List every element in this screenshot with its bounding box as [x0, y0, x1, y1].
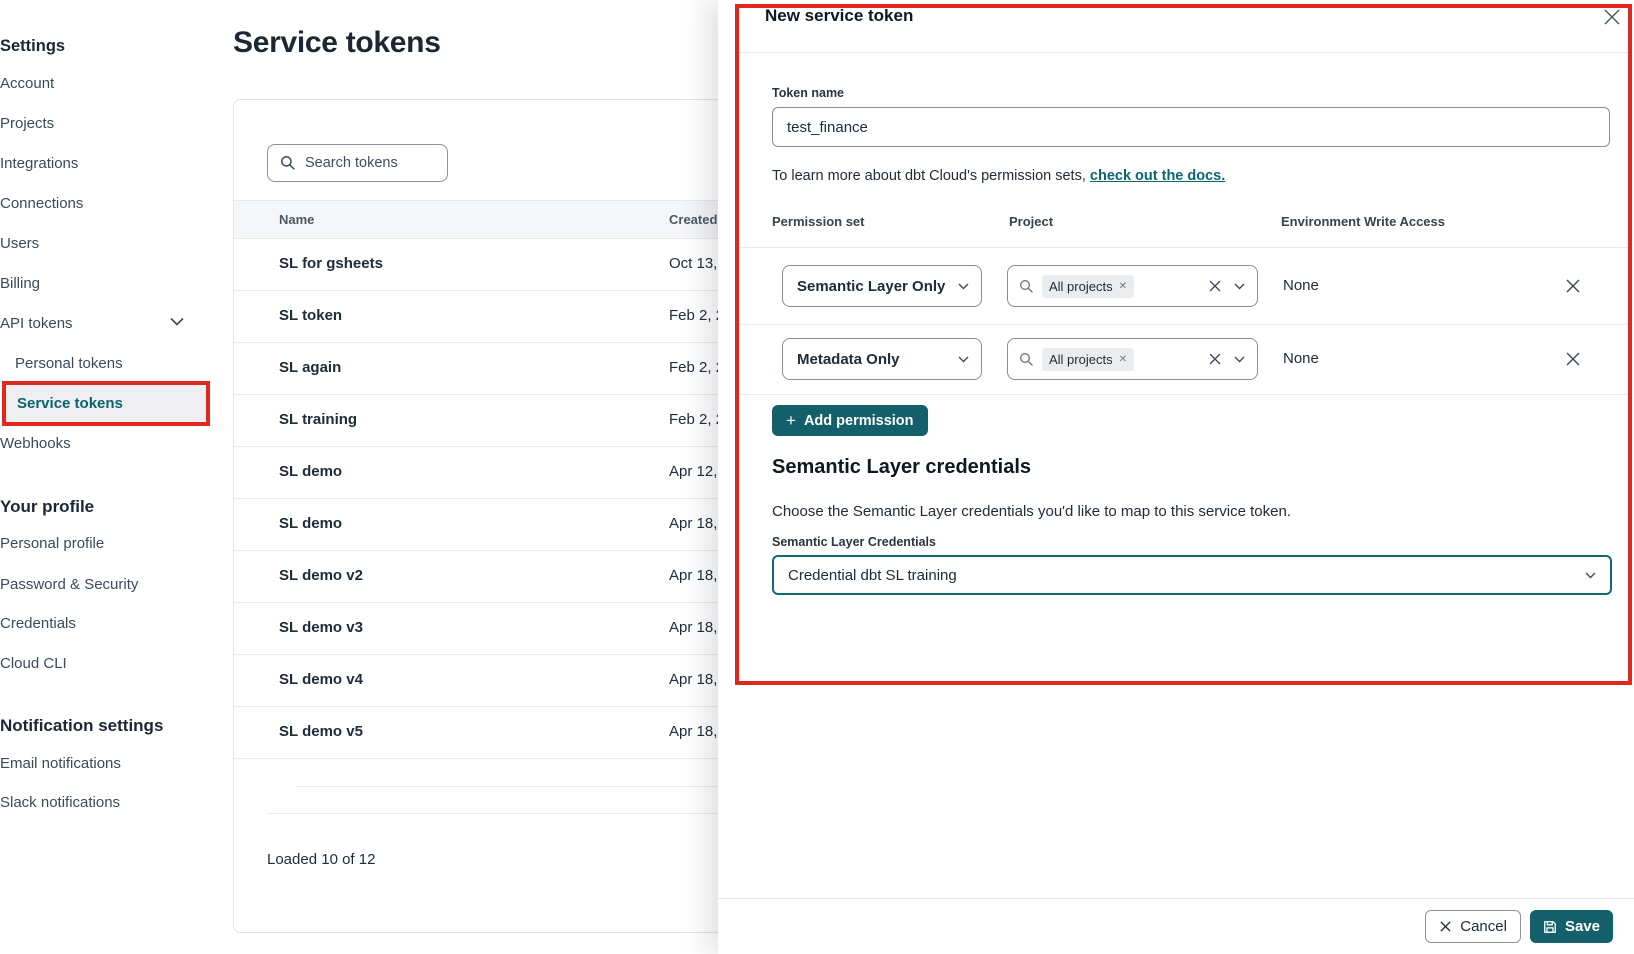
add-permission-label: Add permission	[804, 413, 914, 429]
semantic-layer-credentials-label: Semantic Layer Credentials	[772, 535, 936, 549]
perm-header-project: Project	[1009, 214, 1053, 229]
divider	[739, 324, 1628, 325]
search-input[interactable]	[305, 155, 425, 171]
sidebar-item-cloud-cli[interactable]: Cloud CLI	[0, 655, 67, 672]
token-name: SL demo	[279, 463, 342, 480]
sidebar-item-account[interactable]: Account	[0, 75, 54, 92]
docs-text: To learn more about dbt Cloud's permissi…	[772, 168, 1090, 184]
divider	[739, 52, 1628, 53]
chip-remove-icon[interactable]: ✕	[1119, 354, 1127, 365]
token-name: SL token	[279, 307, 342, 324]
sidebar-item-personal-profile[interactable]: Personal profile	[0, 535, 104, 552]
add-permission-button[interactable]: + Add permission	[772, 405, 928, 436]
chevron-down-icon[interactable]	[1234, 283, 1245, 290]
sidebar-header-settings: Settings	[0, 37, 65, 56]
column-header-created[interactable]: Created	[669, 212, 717, 227]
chevron-down-icon	[958, 283, 969, 290]
sidebar-header-notification-settings: Notification settings	[0, 716, 163, 736]
pagination-status: Loaded 10 of 12	[267, 851, 375, 868]
docs-helper-text: To learn more about dbt Cloud's permissi…	[772, 168, 1225, 184]
token-name: SL for gsheets	[279, 255, 383, 272]
token-name: SL demo v4	[279, 671, 363, 688]
env-write-access-value: None	[1283, 350, 1319, 367]
clear-icon[interactable]	[1208, 279, 1222, 293]
sidebar-item-email-notifications[interactable]: Email notifications	[0, 755, 121, 772]
sidebar-item-api-tokens[interactable]: API tokens	[0, 315, 73, 332]
permission-set-select[interactable]: Metadata Only	[782, 338, 982, 380]
close-icon[interactable]	[1602, 7, 1622, 27]
remove-permission-icon[interactable]	[1564, 350, 1582, 368]
docs-link[interactable]: check out the docs.	[1090, 168, 1225, 184]
sidebar-item-credentials[interactable]: Credentials	[0, 615, 76, 632]
perm-header-env-write: Environment Write Access	[1281, 214, 1445, 229]
token-name-input[interactable]	[772, 107, 1610, 147]
token-name: SL demo v2	[279, 567, 363, 584]
project-multiselect[interactable]: All projects ✕	[1007, 265, 1258, 307]
sidebar-item-slack-notifications[interactable]: Slack notifications	[0, 794, 120, 811]
env-write-access-value: None	[1283, 277, 1319, 294]
permission-set-select[interactable]: Semantic Layer Only	[782, 265, 982, 307]
token-name: SL demo v5	[279, 723, 363, 740]
project-chip-label: All projects	[1049, 279, 1113, 294]
project-multiselect[interactable]: All projects ✕	[1007, 338, 1258, 380]
project-chip[interactable]: All projects ✕	[1042, 348, 1134, 371]
chevron-down-icon	[958, 356, 969, 363]
project-chip[interactable]: All projects ✕	[1042, 275, 1134, 298]
sidebar-item-webhooks[interactable]: Webhooks	[0, 435, 71, 452]
permission-set-value: Semantic Layer Only	[797, 278, 958, 295]
token-name: SL demo v3	[279, 619, 363, 636]
clear-icon[interactable]	[1208, 352, 1222, 366]
page-title: Service tokens	[233, 26, 441, 60]
sidebar-item-personal-tokens[interactable]: Personal tokens	[15, 355, 123, 372]
chevron-down-icon	[1585, 572, 1596, 579]
search-icon	[1019, 279, 1034, 294]
sidebar-item-password-security[interactable]: Password & Security	[0, 576, 138, 593]
search-icon	[1019, 352, 1034, 367]
sidebar-item-service-tokens-annotated[interactable]: Service tokens	[2, 381, 210, 426]
permission-set-value: Metadata Only	[797, 351, 958, 368]
app-window: Settings Account Projects Integrations C…	[0, 0, 1634, 954]
chevron-down-icon[interactable]	[170, 317, 184, 326]
cancel-label: Cancel	[1460, 918, 1507, 935]
column-header-name[interactable]: Name	[279, 212, 314, 227]
semantic-layer-credentials-value: Credential dbt SL training	[788, 567, 1585, 584]
cancel-button[interactable]: Cancel	[1425, 910, 1521, 943]
sidebar-item-billing[interactable]: Billing	[0, 275, 40, 292]
save-button[interactable]: Save	[1530, 910, 1613, 943]
sidebar-item-projects[interactable]: Projects	[0, 115, 54, 132]
token-name: SL demo	[279, 515, 342, 532]
new-service-token-panel: New service token Token name To learn mo…	[718, 0, 1634, 954]
token-name: SL training	[279, 411, 357, 428]
semantic-layer-credentials-select[interactable]: Credential dbt SL training	[772, 555, 1612, 595]
sidebar-header-your-profile: Your profile	[0, 497, 94, 517]
divider	[739, 394, 1628, 395]
perm-header-permission-set: Permission set	[772, 214, 865, 229]
sidebar-item-integrations[interactable]: Integrations	[0, 155, 78, 172]
remove-permission-icon[interactable]	[1564, 277, 1582, 295]
save-icon	[1543, 920, 1557, 934]
semantic-layer-credentials-description: Choose the Semantic Layer credentials yo…	[772, 503, 1291, 520]
settings-sidebar: Settings Account Projects Integrations C…	[0, 0, 212, 954]
modal-title: New service token	[765, 6, 913, 26]
search-icon	[280, 155, 296, 171]
sidebar-item-users[interactable]: Users	[0, 235, 39, 252]
modal-footer: Cancel Save	[718, 898, 1634, 954]
sidebar-item-connections[interactable]: Connections	[0, 195, 83, 212]
semantic-layer-credentials-heading: Semantic Layer credentials	[772, 456, 1031, 479]
chevron-down-icon[interactable]	[1234, 356, 1245, 363]
divider	[739, 247, 1628, 248]
chip-remove-icon[interactable]: ✕	[1119, 281, 1127, 292]
plus-icon: +	[786, 411, 796, 431]
search-tokens-field[interactable]	[267, 144, 448, 182]
close-icon	[1439, 920, 1452, 933]
sidebar-item-service-tokens-label: Service tokens	[17, 395, 123, 412]
token-name-label: Token name	[772, 86, 844, 100]
token-name: SL again	[279, 359, 341, 376]
save-label: Save	[1565, 918, 1600, 935]
project-chip-label: All projects	[1049, 352, 1113, 367]
